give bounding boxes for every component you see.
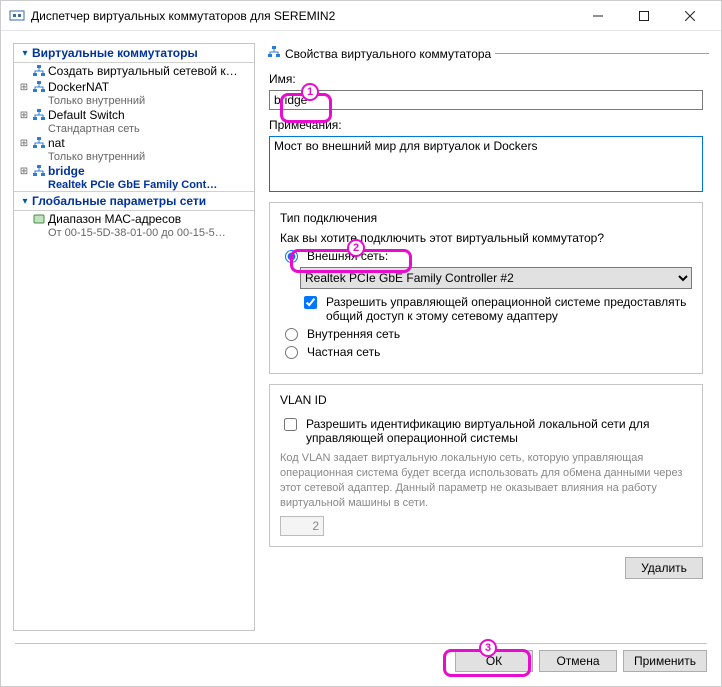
- sidebar-item-sub: Стандартная сеть: [14, 123, 254, 135]
- allow-mgmt-checkbox[interactable]: [304, 296, 317, 309]
- sidebar-item-sub: Только внутренний: [14, 95, 254, 107]
- chevron-down-icon: ▾: [18, 196, 32, 207]
- expand-icon[interactable]: ⊞: [18, 138, 30, 149]
- vlan-id-input: [280, 516, 324, 536]
- nic-icon: [30, 212, 48, 226]
- radio-private-label[interactable]: Частная сеть: [307, 345, 380, 359]
- vlan-group: VLAN ID Разрешить идентификацию виртуаль…: [269, 384, 703, 547]
- titlebar: Диспетчер виртуальных коммутаторов для S…: [1, 1, 721, 31]
- allow-mgmt-label[interactable]: Разрешить управляющей операционной систе…: [326, 295, 692, 323]
- network-icon: [30, 64, 48, 78]
- properties-panel: Свойства виртуального коммутатора Имя: П…: [263, 43, 709, 631]
- minimize-button[interactable]: [575, 1, 621, 31]
- connection-type-group: Тип подключения Как вы хотите подключить…: [269, 202, 703, 374]
- radio-external[interactable]: [285, 250, 298, 263]
- notes-textarea[interactable]: Мост во внешний мир для виртуалок и Dock…: [269, 136, 703, 192]
- close-button[interactable]: [667, 1, 713, 31]
- sidebar-item-nat[interactable]: ⊞ nat: [14, 135, 254, 151]
- window: Диспетчер виртуальных коммутаторов для S…: [0, 0, 722, 687]
- sidebar-section-switches[interactable]: ▾ Виртуальные коммутаторы: [14, 44, 254, 63]
- radio-internal[interactable]: [285, 328, 298, 341]
- sidebar-item-dockernat[interactable]: ⊞ DockerNAT: [14, 79, 254, 95]
- radio-internal-label[interactable]: Внутренняя сеть: [307, 327, 400, 341]
- sidebar-item-bridge[interactable]: ⊞ bridge: [14, 163, 254, 179]
- sidebar-item-sub: Realtek PCIe GbE Family Cont…: [14, 179, 254, 191]
- radio-external-label[interactable]: Внешняя сеть:: [307, 249, 388, 263]
- name-input[interactable]: [269, 90, 703, 110]
- expand-icon[interactable]: ⊞: [18, 110, 30, 121]
- sidebar-section-global[interactable]: ▾ Глобальные параметры сети: [14, 191, 254, 211]
- adapter-select[interactable]: Realtek PCIe GbE Family Controller #2: [300, 267, 692, 289]
- connection-question: Как вы хотите подключить этот виртуальны…: [280, 231, 692, 245]
- sidebar-item-default-switch[interactable]: ⊞ Default Switch: [14, 107, 254, 123]
- network-icon: [30, 164, 48, 178]
- chevron-down-icon: ▾: [18, 48, 32, 59]
- expand-icon[interactable]: ⊞: [18, 82, 30, 93]
- vlan-enable-checkbox[interactable]: [284, 418, 297, 431]
- vlan-enable-label[interactable]: Разрешить идентификацию виртуальной лока…: [306, 417, 692, 445]
- app-icon: [9, 8, 25, 24]
- network-icon: [30, 108, 48, 122]
- name-label: Имя:: [269, 72, 703, 86]
- window-title: Диспетчер виртуальных коммутаторов для S…: [31, 9, 575, 23]
- vlan-help-text: Код VLAN задает виртуальную локальную се…: [280, 451, 692, 510]
- dialog-footer: ОК Отмена Применить: [1, 644, 721, 686]
- radio-private[interactable]: [285, 346, 298, 359]
- ok-button[interactable]: ОК: [455, 650, 533, 672]
- sidebar-item-mac-range[interactable]: Диапазон МАС-адресов: [14, 211, 254, 227]
- sidebar: ▾ Виртуальные коммутаторы Создать виртуа…: [13, 43, 255, 631]
- network-icon: [30, 80, 48, 94]
- network-icon: [30, 136, 48, 150]
- apply-button[interactable]: Применить: [623, 650, 707, 672]
- maximize-button[interactable]: [621, 1, 667, 31]
- network-icon: [267, 45, 281, 62]
- panel-title: Свойства виртуального коммутатора: [285, 47, 491, 61]
- group-title: VLAN ID: [276, 393, 331, 407]
- sidebar-item-sub: От 00-15-5D-38-01-00 до 00-15-5…: [14, 227, 254, 239]
- sidebar-item-new-switch[interactable]: Создать виртуальный сетевой к…: [14, 63, 254, 79]
- expand-icon[interactable]: ⊞: [18, 166, 30, 177]
- cancel-button[interactable]: Отмена: [539, 650, 617, 672]
- delete-button[interactable]: Удалить: [625, 557, 703, 579]
- sidebar-item-sub: Только внутренний: [14, 151, 254, 163]
- notes-label: Примечания:: [269, 118, 703, 132]
- group-title: Тип подключения: [276, 211, 381, 225]
